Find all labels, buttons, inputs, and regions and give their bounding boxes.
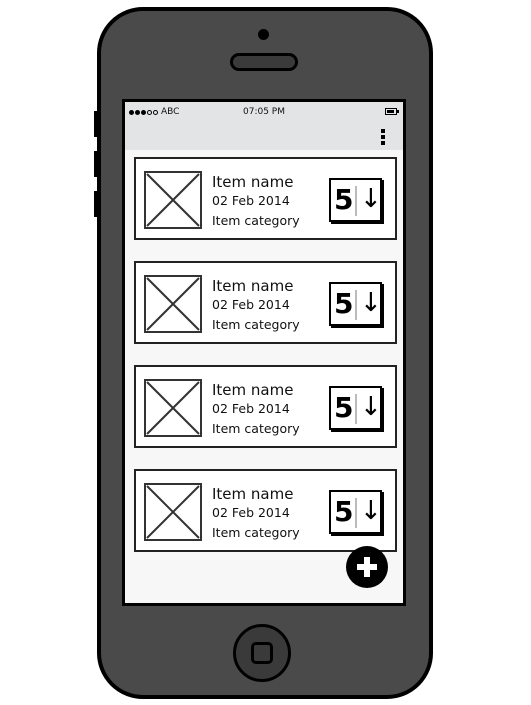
sort-number: 5 <box>334 287 354 320</box>
arrow-down-icon: ↓ <box>360 392 382 422</box>
image-placeholder-icon <box>144 379 202 437</box>
list-item[interactable]: Item name 02 Feb 2014 Item category 5 ↓ <box>134 469 397 552</box>
item-category: Item category <box>212 525 300 540</box>
sort-divider <box>355 394 357 424</box>
image-placeholder-icon <box>144 275 202 333</box>
sort-divider <box>355 186 357 216</box>
sort-descending-button[interactable]: 5 ↓ <box>329 178 382 222</box>
item-name: Item name <box>212 381 294 399</box>
list-item[interactable]: Item name 02 Feb 2014 Item category 5 ↓ <box>134 261 397 344</box>
status-bar: ABC 07:05 PM <box>125 102 403 124</box>
item-date: 02 Feb 2014 <box>212 193 290 208</box>
item-category: Item category <box>212 213 300 228</box>
add-item-button[interactable] <box>346 546 388 588</box>
side-button <box>94 111 98 137</box>
item-date: 02 Feb 2014 <box>212 505 290 520</box>
sort-number: 5 <box>334 495 354 528</box>
arrow-down-icon: ↓ <box>360 184 382 214</box>
front-camera <box>258 29 269 40</box>
item-date: 02 Feb 2014 <box>212 401 290 416</box>
item-name: Item name <box>212 277 294 295</box>
phone-screen: ABC 07:05 PM Item name 02 Feb 2014 Item … <box>122 99 406 606</box>
sort-divider <box>355 498 357 528</box>
sort-descending-button[interactable]: 5 ↓ <box>329 282 382 326</box>
arrow-down-icon: ↓ <box>360 288 382 318</box>
sort-number: 5 <box>334 183 354 216</box>
image-placeholder-icon <box>144 483 202 541</box>
item-name: Item name <box>212 173 294 191</box>
list-item[interactable]: Item name 02 Feb 2014 Item category 5 ↓ <box>134 157 397 240</box>
sort-descending-button[interactable]: 5 ↓ <box>329 490 382 534</box>
arrow-down-icon: ↓ <box>360 496 382 526</box>
image-placeholder-icon <box>144 171 202 229</box>
app-bar <box>125 124 403 150</box>
earpiece-speaker <box>230 53 298 71</box>
kebab-menu-icon[interactable] <box>381 129 387 145</box>
home-square-icon <box>251 642 273 664</box>
side-button <box>94 191 98 217</box>
list-item[interactable]: Item name 02 Feb 2014 Item category 5 ↓ <box>134 365 397 448</box>
sort-divider <box>355 290 357 320</box>
status-time: 07:05 PM <box>243 107 285 117</box>
home-button[interactable] <box>233 624 291 682</box>
item-name: Item name <box>212 485 294 503</box>
item-category: Item category <box>212 317 300 332</box>
side-button <box>94 151 98 177</box>
item-category: Item category <box>212 421 300 436</box>
sort-number: 5 <box>334 391 354 424</box>
battery-icon <box>385 108 399 115</box>
sort-descending-button[interactable]: 5 ↓ <box>329 386 382 430</box>
item-date: 02 Feb 2014 <box>212 297 290 312</box>
